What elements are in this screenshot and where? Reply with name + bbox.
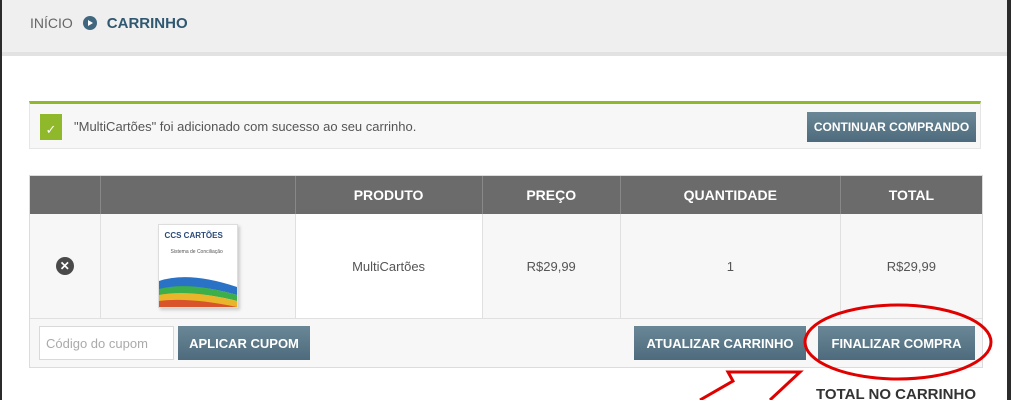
cart-table: PRODUTO PREÇO QUANTIDADE TOTAL ✕ CCS CAR… [30,176,982,319]
table-row: ✕ CCS CARTÕES Sistema de Conciliação Mul… [30,214,982,319]
apply-coupon-button[interactable]: APLICAR CUPOM [178,326,310,360]
breadcrumb-current: CARRINHO [106,14,188,32]
cart-totals-heading: TOTAL NO CARRINHO [816,386,976,403]
update-cart-button[interactable]: ATUALIZAR CARRINHO [634,326,806,360]
quantity-value[interactable]: 1 [727,259,734,274]
notice-message: "MultiCartões" foi adicionado com sucess… [74,119,417,134]
chevron-right-icon [82,16,97,30]
checkmark-icon: ✓ [40,114,62,140]
breadcrumb: INÍCIO CARRINHO [30,13,188,33]
total-cell: R$29,99 [840,214,982,319]
coupon-input[interactable] [39,326,174,360]
product-box-graphic [158,277,237,307]
product-name-link[interactable]: MultiCartões [352,259,425,274]
product-thumbnail[interactable]: CCS CARTÕES Sistema de Conciliação [157,224,238,308]
frame-right-edge [1007,0,1011,400]
column-header-price: PREÇO [482,176,621,214]
column-header-quantity: QUANTIDADE [620,176,841,214]
thumbnail-cell: CCS CARTÕES Sistema de Conciliação [100,214,296,319]
price-cell: R$29,99 [482,214,621,319]
table-header-row: PRODUTO PREÇO QUANTIDADE TOTAL [30,176,982,214]
column-header-remove [30,176,101,214]
quantity-cell: 1 [620,214,841,319]
column-header-total: TOTAL [840,176,982,214]
frame-left-edge [0,0,2,400]
close-icon[interactable]: ✕ [55,257,74,275]
breadcrumb-home-link[interactable]: INÍCIO [30,15,73,31]
product-name-cell: MultiCartões [295,214,483,319]
cart-table-container: PRODUTO PREÇO QUANTIDADE TOTAL ✕ CCS CAR… [29,175,983,368]
remove-cell: ✕ [30,214,101,319]
thumbnail-title: CCS CARTÕES [164,231,223,240]
column-header-product: PRODUTO [295,176,483,214]
column-header-thumbnail [100,176,296,214]
annotation-arrow [699,370,804,400]
checkout-button[interactable]: FINALIZAR COMPRA [818,326,975,360]
continue-shopping-button[interactable]: CONTINUAR COMPRANDO [807,112,976,142]
success-notice: ✓ "MultiCartões" foi adicionado com suce… [29,101,981,149]
thumbnail-subtitle: Sistema de Conciliação [170,249,223,255]
cart-actions: APLICAR CUPOM ATUALIZAR CARRINHO FINALIZ… [30,320,982,366]
